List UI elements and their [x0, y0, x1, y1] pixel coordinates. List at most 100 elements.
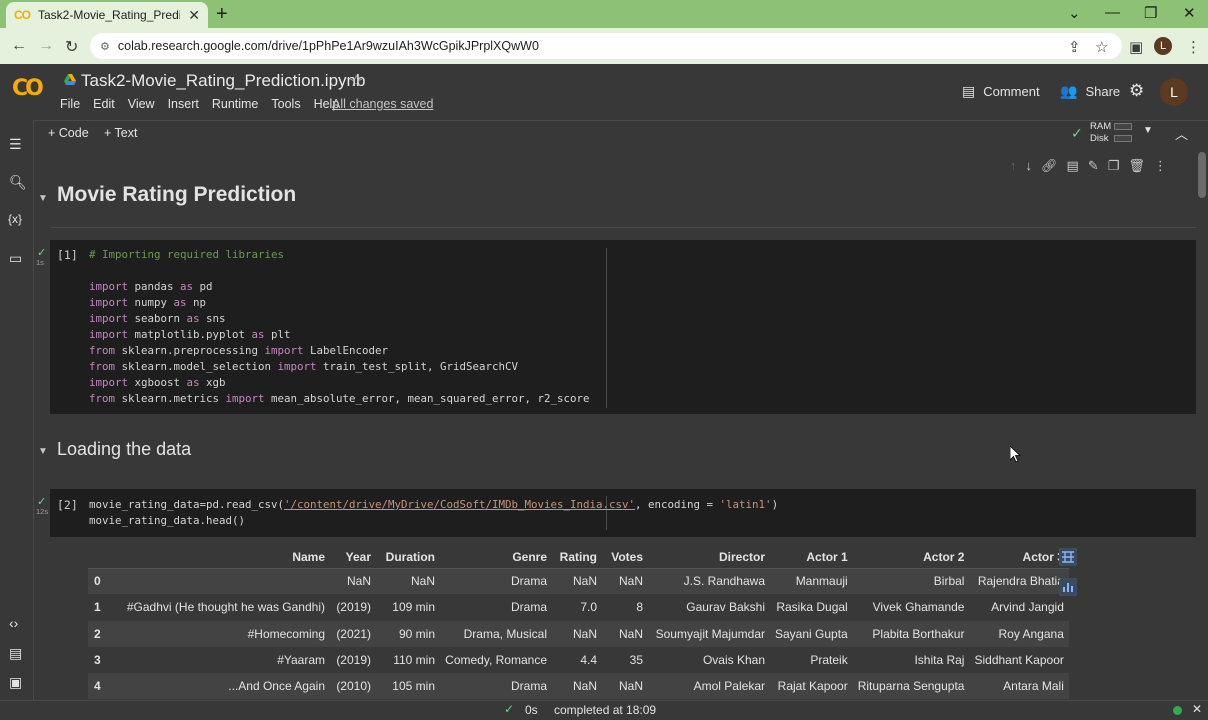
user-avatar[interactable]: L	[1160, 78, 1188, 106]
code-snippets-icon[interactable]: ‹›	[9, 615, 18, 631]
menu-insert[interactable]: Insert	[168, 97, 199, 111]
back-icon[interactable]: ←	[11, 37, 27, 55]
code-line: from sklearn.model_selection import trai…	[89, 360, 519, 373]
cell-toolbar: ↑ ↓ 🔗︎ ▤ ✎ ❐ 🗑︎ ⋮	[1010, 158, 1167, 174]
collapse-header-icon[interactable]: ︿	[1175, 124, 1188, 143]
mouse-cursor-icon	[1010, 446, 1022, 463]
close-tab-icon[interactable]: ✕	[188, 7, 200, 24]
colab-favicon: CO	[14, 8, 31, 22]
side-panel-icon[interactable]: ▣	[1129, 38, 1143, 56]
add-code-button[interactable]: + Code	[48, 126, 89, 140]
csv-path-link[interactable]: '/content/drive/MyDrive/CodSoft/IMDb_Mov…	[284, 498, 635, 511]
status-exec-time: 0s	[525, 703, 538, 717]
delete-trash-icon[interactable]: 🗑︎	[1128, 158, 1145, 174]
site-info-icon[interactable]: ⚙	[100, 40, 110, 53]
forward-icon[interactable]: →	[38, 37, 54, 55]
browser-menu-icon[interactable]: ⋮	[1186, 38, 1201, 56]
minimize-icon[interactable]: —	[1105, 4, 1120, 21]
connected-check-icon: ✓	[1071, 125, 1083, 141]
reload-icon[interactable]: ↻	[65, 37, 78, 57]
command-palette-icon[interactable]: ▤	[9, 645, 22, 662]
column-header: Director	[648, 546, 770, 569]
column-header: Votes	[602, 546, 648, 569]
table-row: 4 ...And Once Again (2010) 105 min Drama NaN N…	[88, 673, 1069, 700]
star-icon[interactable]: ☆	[349, 71, 363, 91]
dataframe-output-table: Name Year Duration Genre Rating Votes Di…	[88, 546, 1069, 700]
suggest-charts-icon[interactable]	[1059, 578, 1077, 596]
notebook-title[interactable]: Task2-Movie_Rating_Prediction.ipynb	[81, 71, 365, 91]
ram-meter	[1114, 123, 1132, 130]
colab-logo[interactable]: CO	[12, 76, 44, 101]
restore-icon[interactable]: ❐	[1144, 4, 1157, 22]
share-label: Share	[1085, 84, 1121, 99]
column-header	[88, 546, 106, 569]
menu-bar: File Edit View Insert Runtime Tools Help	[60, 97, 339, 111]
add-text-button[interactable]: + Text	[104, 126, 137, 140]
bookmark-star-icon[interactable]: ☆	[1095, 38, 1108, 56]
notebook-scrollbar[interactable]	[1198, 152, 1206, 198]
connection-status-dot	[1173, 706, 1182, 715]
variables-icon[interactable]: {x}	[8, 212, 22, 226]
cell1-run-button[interactable]: [1]	[57, 248, 78, 262]
url-field[interactable]: ⚙ colab.research.google.com/drive/1pPhPe…	[90, 33, 1122, 59]
close-status-icon[interactable]: ✕	[1192, 702, 1202, 716]
heading-movie-rating-prediction: Movie Rating Prediction	[57, 183, 297, 206]
collapse-section-icon[interactable]: ▼	[38, 193, 48, 204]
collapse-section-icon[interactable]: ▼	[38, 446, 48, 457]
resource-labels[interactable]: RAM Disk	[1090, 121, 1111, 145]
cell2-code[interactable]: movie_rating_data=pd.read_csv('/content/…	[89, 497, 778, 529]
interactive-table-icon[interactable]	[1059, 548, 1077, 566]
column-header: Actor 3	[969, 546, 1069, 569]
side-rail	[0, 120, 34, 700]
files-folder-icon[interactable]: ▭	[9, 250, 22, 267]
save-status-link[interactable]: All changes saved	[332, 97, 433, 111]
code-line: from sklearn.metrics import mean_absolut…	[89, 392, 590, 405]
notebook-toolbar	[34, 120, 1208, 148]
menu-runtime[interactable]: Runtime	[212, 97, 259, 111]
browser-profile-avatar[interactable]: L	[1154, 37, 1172, 55]
more-options-icon[interactable]: ⋮	[1154, 158, 1167, 174]
terminal-icon[interactable]: ▣	[9, 674, 22, 691]
tab-search-icon[interactable]: ⌄	[1068, 4, 1081, 22]
column-header: Year	[330, 546, 376, 569]
column-header: Actor 1	[770, 546, 853, 569]
runtime-dropdown-icon[interactable]: ▼	[1143, 125, 1153, 136]
status-completed-text[interactable]: completed at 18:09	[554, 703, 656, 717]
cell1-code[interactable]: # Importing required libraries import pa…	[89, 247, 590, 407]
ram-label: RAM	[1090, 121, 1112, 132]
table-row: 2 #Homecoming (2021) 90 min Drama, Musical Na…	[88, 620, 1069, 647]
tab-title: Task2-Movie_Rating_Prediction.ip	[38, 8, 181, 22]
close-window-icon[interactable]: ✕	[1183, 4, 1196, 22]
share-page-icon[interactable]: ⇪	[1068, 38, 1081, 56]
comment-button[interactable]: ▤ Comment	[962, 83, 1040, 100]
code-line: import numpy as np	[89, 296, 207, 309]
cell2-run-button[interactable]: [2]	[57, 498, 78, 512]
mirror-cell-icon[interactable]: ❐	[1108, 158, 1120, 174]
menu-file[interactable]: File	[60, 97, 80, 111]
cell1-ruler	[606, 248, 607, 408]
link-icon[interactable]: 🔗︎	[1041, 158, 1058, 174]
search-icon[interactable]: 🔍︎	[9, 174, 27, 191]
share-button[interactable]: 👥 Share	[1060, 83, 1120, 100]
menu-tools[interactable]: Tools	[271, 97, 300, 111]
code-line: import xgboost as xgb	[89, 376, 226, 389]
browser-tab[interactable]: CO Task2-Movie_Rating_Prediction.ip ✕	[6, 2, 208, 28]
url-text: colab.research.google.com/drive/1pPhPe1A…	[117, 39, 539, 53]
edit-pencil-icon[interactable]: ✎	[1088, 158, 1099, 174]
move-cell-up-icon[interactable]: ↑	[1010, 158, 1017, 174]
menu-edit[interactable]: Edit	[93, 97, 115, 111]
menu-view[interactable]: View	[128, 97, 155, 111]
google-drive-icon	[64, 74, 76, 85]
people-icon: 👥	[1060, 83, 1078, 99]
column-header: Genre	[440, 546, 552, 569]
new-tab-icon[interactable]: +	[216, 3, 228, 25]
code-comment: # Importing required libraries	[89, 248, 285, 261]
table-row: 1 #Gadhvi (He thought he was Gandhi) (2019…	[94, 600, 1064, 615]
column-header: Actor 2	[852, 546, 970, 569]
code-line: from sklearn.preprocessing import LabelE…	[89, 344, 389, 357]
settings-gear-icon[interactable]: ⚙	[1129, 81, 1144, 101]
move-cell-down-icon[interactable]: ↓	[1026, 158, 1033, 174]
comment-cell-icon[interactable]: ▤	[1067, 158, 1079, 174]
comment-icon: ▤	[962, 83, 976, 99]
table-of-contents-icon[interactable]: ☰	[9, 136, 22, 153]
